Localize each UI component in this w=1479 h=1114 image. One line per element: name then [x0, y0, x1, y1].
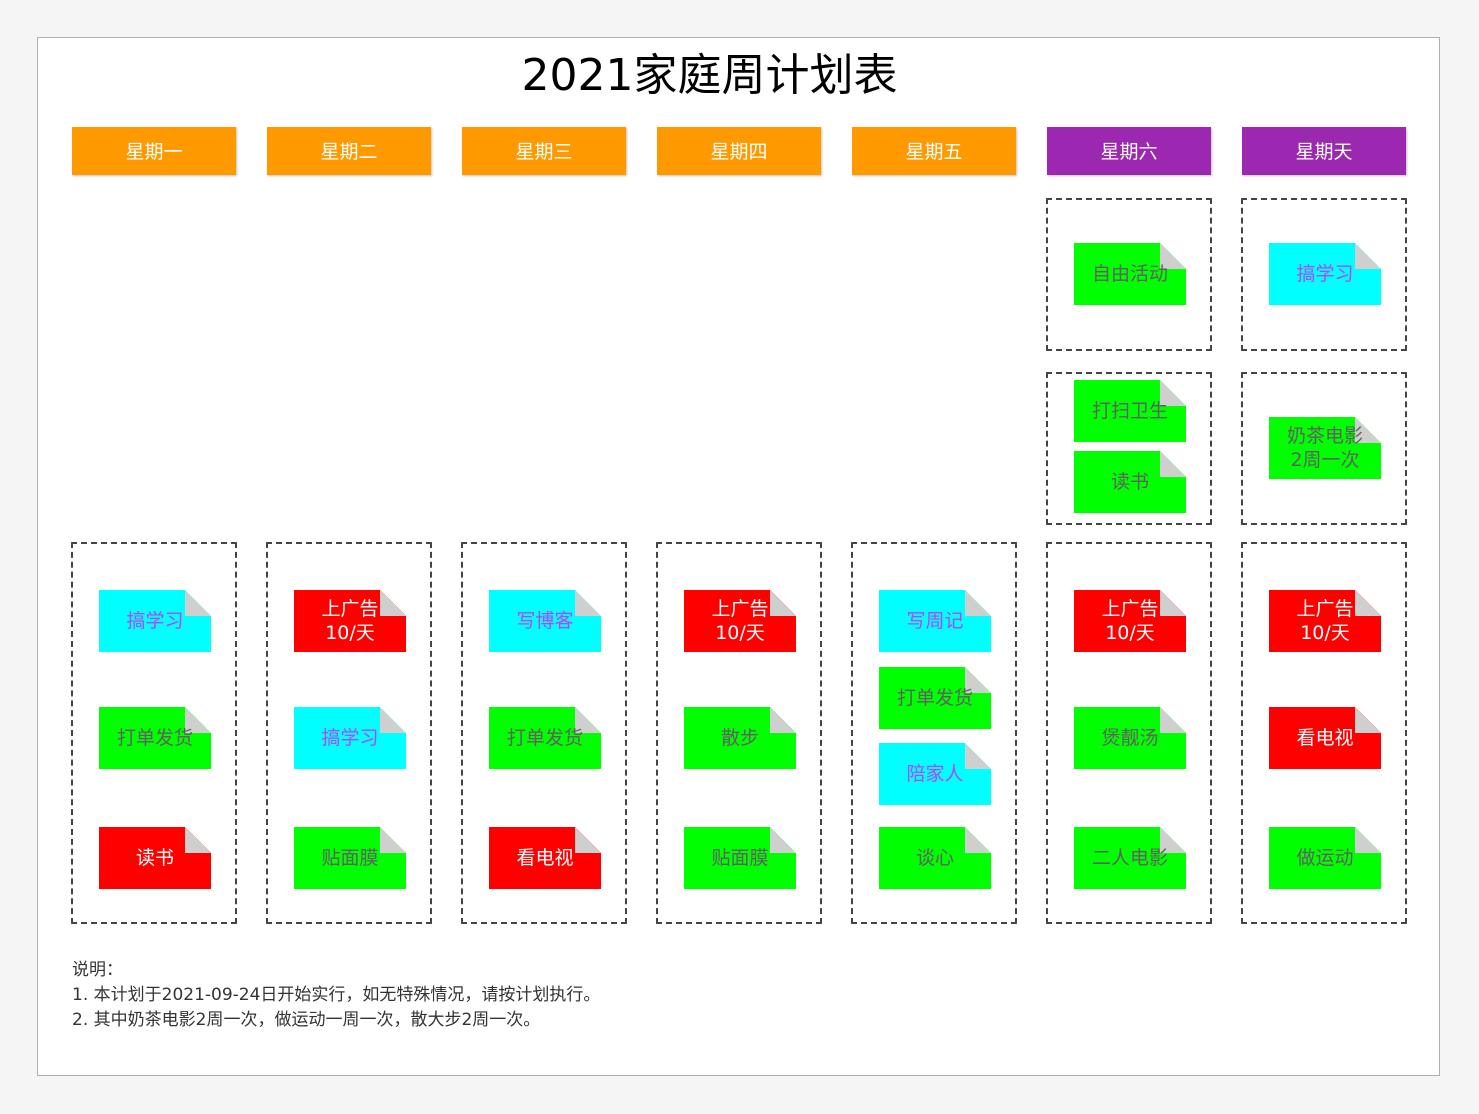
task-note: 打扫卫生 [1074, 380, 1186, 442]
task-note: 看电视 [489, 827, 601, 889]
task-note: 陪家人 [879, 743, 991, 805]
task-note: 看电视 [1269, 707, 1381, 769]
day-header-fri: 星期五 [852, 127, 1016, 175]
page-title: 2021家庭周计划表 [521, 50, 898, 101]
task-note: 谈心 [879, 827, 991, 889]
task-note: 散步 [684, 707, 796, 769]
task-note: 上广告 10/天 [684, 590, 796, 652]
day-header-sat: 星期六 [1047, 127, 1211, 175]
day-header-tue: 星期二 [267, 127, 431, 175]
task-note: 二人电影 [1074, 827, 1186, 889]
day-header-wed: 星期三 [462, 127, 626, 175]
task-note: 贴面膜 [684, 827, 796, 889]
footer-line: 2. 其中奶茶电影2周一次，做运动一周一次，散大步2周一次。 [72, 1010, 541, 1030]
task-note: 写博客 [489, 590, 601, 652]
footer-line: 1. 本计划于2021-09-24日开始实行，如无特殊情况，请按计划执行。 [72, 985, 601, 1005]
task-note: 上广告 10/天 [294, 590, 406, 652]
task-note: 搞学习 [1269, 243, 1381, 305]
task-note: 自由活动 [1074, 243, 1186, 305]
task-note: 搞学习 [99, 590, 211, 652]
task-note: 打单发货 [879, 667, 991, 729]
task-note: 贴面膜 [294, 827, 406, 889]
task-note: 打单发货 [99, 707, 211, 769]
task-note: 奶茶电影 2周一次 [1269, 417, 1381, 479]
task-note: 搞学习 [294, 707, 406, 769]
task-note: 写周记 [879, 590, 991, 652]
day-header-sun: 星期天 [1242, 127, 1406, 175]
task-note: 读书 [99, 827, 211, 889]
day-header-thu: 星期四 [657, 127, 821, 175]
footer-heading: 说明： [72, 960, 123, 980]
task-note: 煲靓汤 [1074, 707, 1186, 769]
day-header-mon: 星期一 [72, 127, 236, 175]
footer-notes: 说明： 1. 本计划于2021-09-24日开始实行，如无特殊情况，请按计划执行… [72, 958, 600, 1033]
task-note: 上广告 10/天 [1074, 590, 1186, 652]
task-note: 读书 [1074, 451, 1186, 513]
task-note: 打单发货 [489, 707, 601, 769]
task-note: 上广告 10/天 [1269, 590, 1381, 652]
task-note: 做运动 [1269, 827, 1381, 889]
